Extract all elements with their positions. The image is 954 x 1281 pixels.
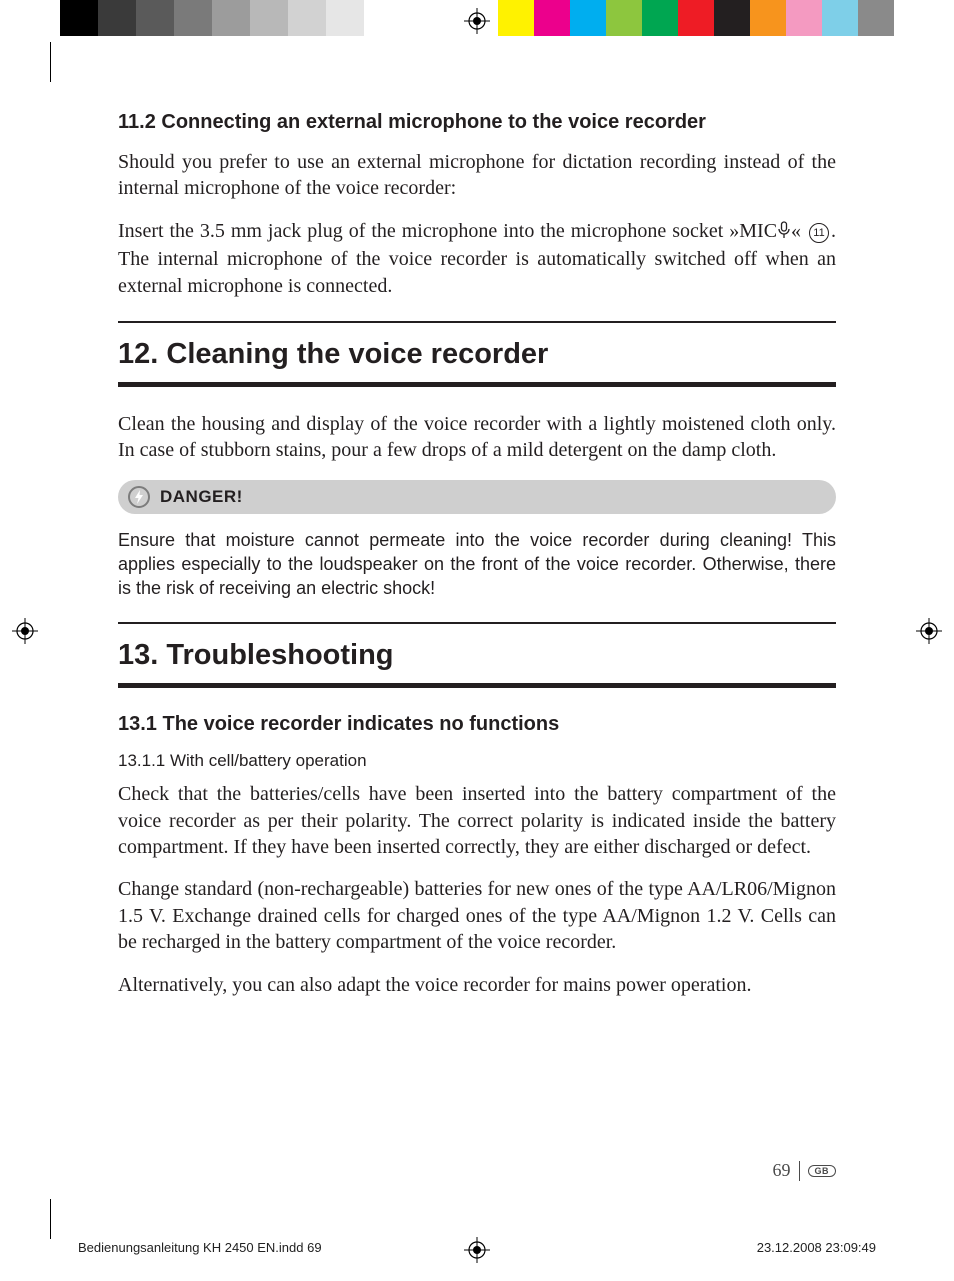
swatch [570,0,606,36]
microphone-icon [777,220,791,246]
slug-timestamp: 23.12.2008 23:09:49 [757,1240,876,1255]
swatch [678,0,714,36]
swatch [212,0,250,36]
swatch [250,0,288,36]
content-area: 11.2 Connecting an external microphone t… [118,110,836,998]
divider-vertical [799,1161,800,1181]
swatch [174,0,212,36]
heading-13-1-1: 13.1.1 With cell/battery operation [118,751,836,771]
swatch [326,0,364,36]
slug-filename: Bedienungsanleitung KH 2450 EN.indd 69 [78,1240,322,1255]
swatch [288,0,326,36]
divider-thin [118,622,836,624]
para-13-1-1-c: Alternatively, you can also adapt the vo… [118,972,836,998]
reference-number-11: 11 [809,223,829,243]
swatch [714,0,750,36]
text-fragment: « [791,220,807,242]
para-13-1-1-a: Check that the batteries/cells have been… [118,781,836,860]
heading-11-2: 11.2 Connecting an external microphone t… [118,110,836,135]
registration-mark-icon [12,618,38,644]
para-13-1-1-b: Change standard (non-rechargeable) batte… [118,876,836,955]
swatch [60,0,98,36]
heading-12: 12. Cleaning the voice recorder [118,337,836,372]
swatch [498,0,534,36]
para-12-clean: Clean the housing and display of the voi… [118,411,836,464]
danger-text: Ensure that moisture cannot permeate int… [118,528,836,601]
crop-mark [50,42,51,82]
registration-mark-icon [464,1237,490,1263]
para-11-2-instruction: Insert the 3.5 mm jack plug of the micro… [118,218,836,299]
divider-thick [118,382,836,387]
divider-thin [118,321,836,323]
swatch [606,0,642,36]
lightning-icon [128,486,150,508]
swatch [750,0,786,36]
page: 11.2 Connecting an external microphone t… [0,0,954,1281]
swatch [786,0,822,36]
color-calibration-bar [498,0,894,36]
language-badge: GB [808,1165,837,1177]
text-fragment: Insert the 3.5 mm jack plug of the micro… [118,220,777,242]
swatch [642,0,678,36]
swatch [534,0,570,36]
registration-mark-icon [464,8,490,34]
registration-mark-icon [916,618,942,644]
page-number-value: 69 [773,1160,791,1181]
swatch [858,0,894,36]
grayscale-calibration-bar [60,0,402,36]
danger-label: DANGER! [160,487,243,507]
heading-13: 13. Troubleshooting [118,638,836,673]
swatch [136,0,174,36]
divider-thick [118,683,836,688]
page-number: 69 GB [773,1160,837,1181]
swatch [364,0,402,36]
crop-mark [50,1199,51,1239]
swatch [822,0,858,36]
swatch [98,0,136,36]
heading-13-1: 13.1 The voice recorder indicates no fun… [118,712,836,737]
para-11-2-intro: Should you prefer to use an external mic… [118,149,836,202]
danger-callout: DANGER! [118,480,836,514]
